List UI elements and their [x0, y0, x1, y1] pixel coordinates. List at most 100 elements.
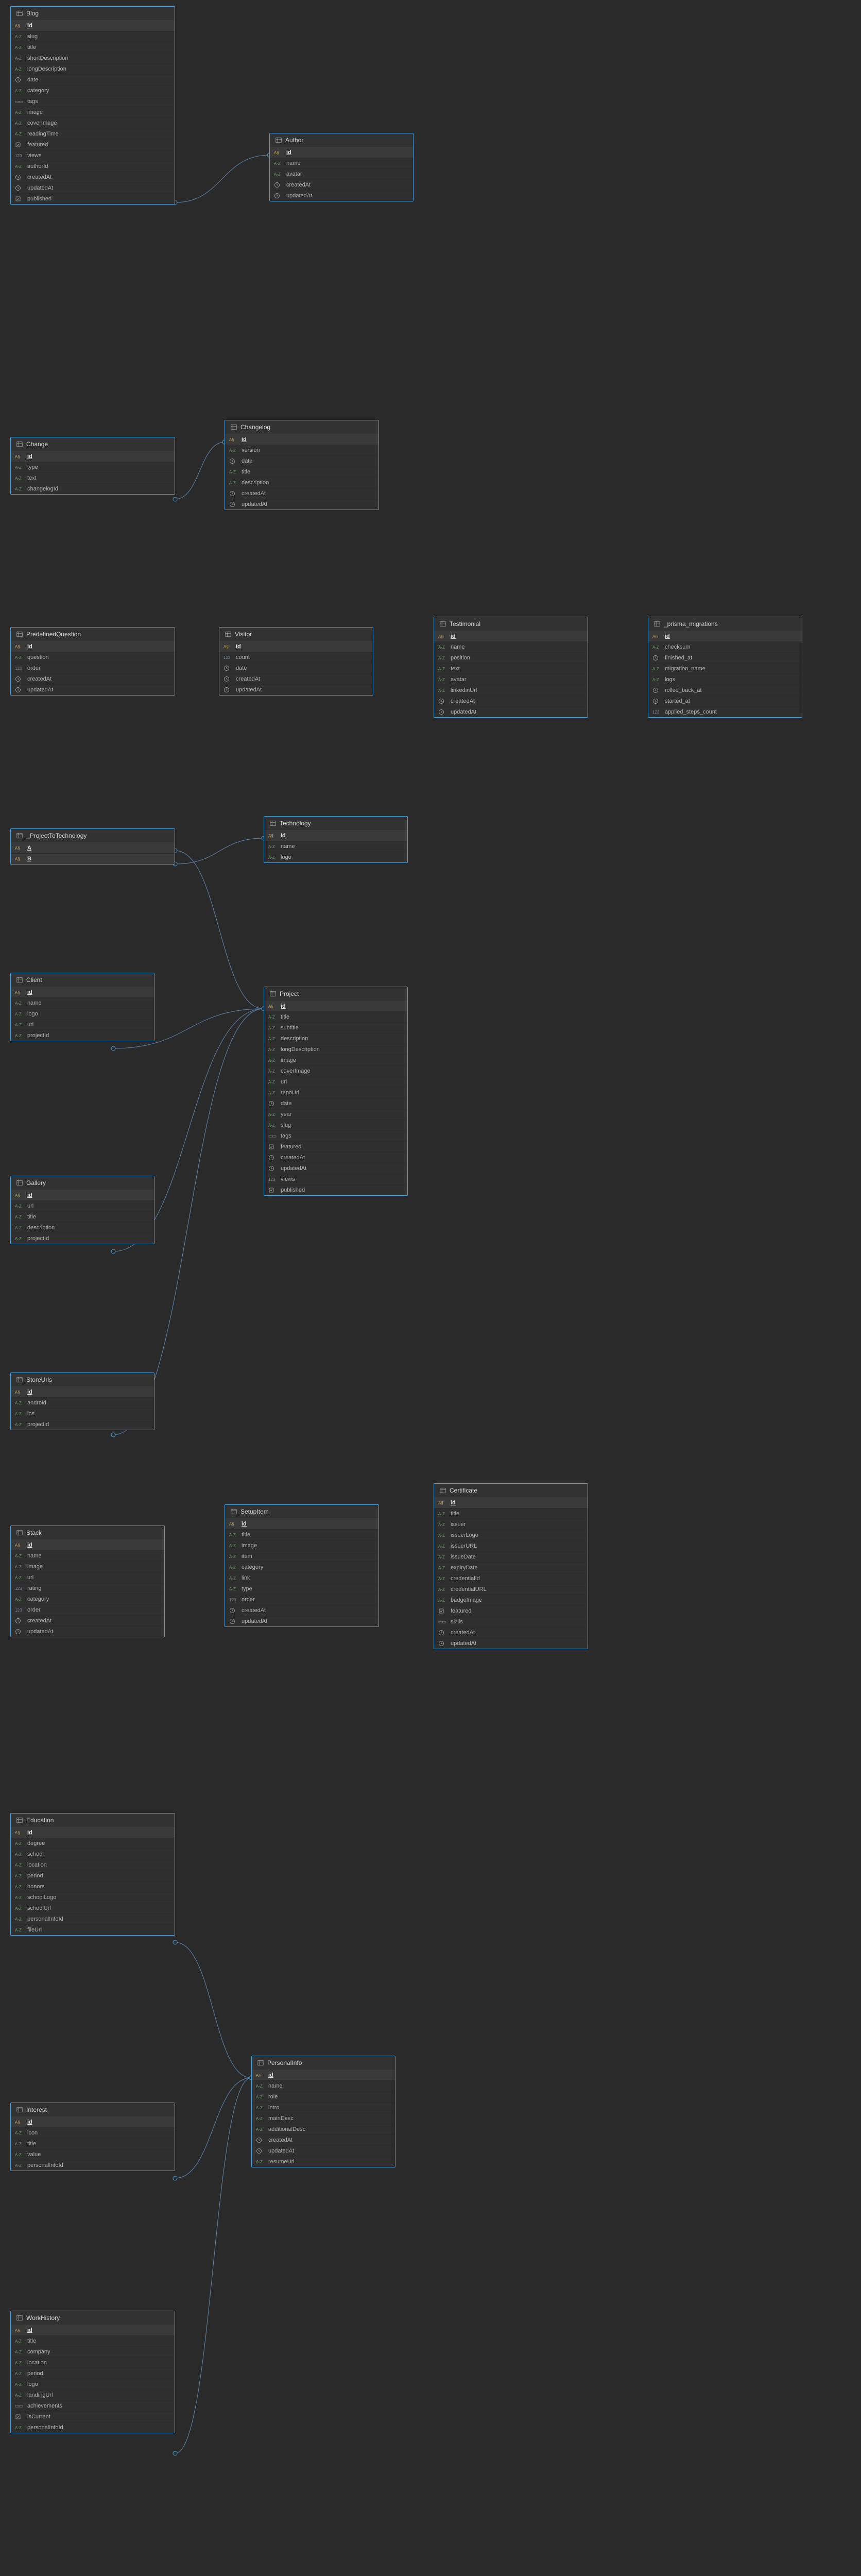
table-header[interactable]: Technology — [264, 817, 407, 831]
field-row[interactable]: A-Zdescription — [264, 1033, 407, 1044]
field-row[interactable]: featured — [11, 140, 175, 150]
field-row[interactable]: A-Zitem — [225, 1551, 378, 1562]
field-row[interactable]: started_at — [648, 696, 802, 707]
field-row[interactable]: 123order — [225, 1595, 378, 1605]
table-Blog[interactable]: BlogA§idA-ZslugA-ZtitleA-ZshortDescripti… — [10, 6, 175, 205]
field-row[interactable]: A-Zname — [11, 1551, 164, 1562]
table-PredefinedQuestion[interactable]: PredefinedQuestionA§idA-Zquestion123orde… — [10, 627, 175, 696]
field-row[interactable]: A-Zintro — [252, 2103, 395, 2113]
table-header[interactable]: PersonalInfo — [252, 2056, 395, 2070]
field-row[interactable]: A-Zios — [11, 1409, 154, 1419]
table-SetupItem[interactable]: SetupItemA§idA-ZtitleA-ZimageA-ZitemA-Zc… — [225, 1504, 379, 1627]
table-header[interactable]: PredefinedQuestion — [11, 628, 175, 641]
field-row[interactable]: A-ZlinkedinUrl — [434, 685, 588, 696]
field-row[interactable]: rolled_back_at — [648, 685, 802, 696]
table-Stack[interactable]: StackA§idA-ZnameA-ZimageA-Zurl123ratingA… — [10, 1526, 165, 1637]
field-row[interactable]: A-Zname — [252, 2081, 395, 2092]
field-row[interactable]: createdAt — [252, 2135, 395, 2146]
field-row[interactable]: A-ZschoolLogo — [11, 1892, 175, 1903]
field-row[interactable]: A§A — [11, 843, 175, 854]
field-row[interactable]: date — [225, 456, 378, 467]
field-row[interactable]: A-ZissuerURL — [434, 1541, 588, 1552]
table-PersonalInfo[interactable]: PersonalInfoA§idA-ZnameA-ZroleA-Zintro A-… — [251, 2056, 395, 2167]
field-row[interactable]: featured — [264, 1142, 407, 1153]
field-row[interactable]: A-Zmigration_name — [648, 664, 802, 674]
field-row[interactable]: A-Ztext — [11, 473, 175, 484]
field-row[interactable]: A-ZprojectId — [11, 1030, 154, 1041]
field-row[interactable]: A-ZbadgeImage — [434, 1595, 588, 1606]
field-row[interactable]: A-Zposition — [434, 653, 588, 664]
field-row[interactable]: published — [11, 194, 175, 204]
field-row[interactable]: A-Ztext — [434, 664, 588, 674]
field-row[interactable]: date — [11, 75, 175, 86]
table-header[interactable]: Interest — [11, 2103, 175, 2117]
field-row[interactable]: A-ZrepoUrl — [264, 1088, 407, 1098]
field-row[interactable]: createdAt — [264, 1153, 407, 1163]
table-header[interactable]: Certificate — [434, 1484, 588, 1498]
field-row[interactable]: createdAt — [434, 1628, 588, 1638]
field-row[interactable]: A§id — [11, 1190, 154, 1201]
field-row[interactable]: A§id — [11, 641, 175, 652]
field-row[interactable]: A§B — [11, 854, 175, 864]
field-row[interactable]: A-ZissueDate — [434, 1552, 588, 1563]
table-WorkHistory[interactable]: WorkHistoryA§idA-ZtitleA-ZcompanyA-Zloca… — [10, 2311, 175, 2433]
field-row[interactable]: A-ZpersonalInfoId — [11, 2160, 175, 2171]
field-row[interactable]: A§id — [11, 2325, 175, 2336]
field-row[interactable]: A§id — [11, 1827, 175, 1838]
field-row[interactable]: A-Zlogo — [11, 2379, 175, 2390]
field-row[interactable]: updatedAt — [11, 1626, 164, 1637]
table-header[interactable]: Stack — [11, 1526, 164, 1540]
field-row[interactable]: ▭▭skills — [434, 1617, 588, 1628]
field-row[interactable]: A-Zchecksum — [648, 642, 802, 653]
field-row[interactable]: A-ZlandingUrl — [11, 2390, 175, 2401]
field-row[interactable]: A-Zandroid — [11, 1398, 154, 1409]
field-row[interactable]: A-Zhonors — [11, 1882, 175, 1892]
field-row[interactable]: A-Zname — [264, 841, 407, 852]
field-row[interactable]: A-Zcategory — [11, 86, 175, 96]
table-header[interactable]: Education — [11, 1814, 175, 1827]
table-StoreUrls[interactable]: StoreUrlsA§idA-ZandroidA-ZiosA-ZprojectI… — [10, 1372, 154, 1430]
field-row[interactable]: A§id — [11, 451, 175, 462]
field-row[interactable]: 123order — [11, 663, 175, 674]
field-row[interactable]: A-ZexpiryDate — [434, 1563, 588, 1573]
field-row[interactable]: A-ZschoolUrl — [11, 1903, 175, 1914]
field-row[interactable]: A-Zperiod — [11, 2368, 175, 2379]
field-row[interactable]: A§id — [225, 434, 378, 445]
field-row[interactable]: A-Zperiod — [11, 1871, 175, 1882]
table-header[interactable]: Author — [270, 133, 413, 147]
field-row[interactable]: A-Zcategory — [225, 1562, 378, 1573]
field-row[interactable]: A-Zimage — [11, 107, 175, 118]
field-row[interactable]: A-ZcredentialURL — [434, 1584, 588, 1595]
field-row[interactable]: A-ZprojectId — [11, 1419, 154, 1430]
field-row[interactable]: A-Zslug — [11, 31, 175, 42]
field-row[interactable]: A-Zlocation — [11, 1860, 175, 1871]
field-row[interactable]: A-ZissuerLogo — [434, 1530, 588, 1541]
field-row[interactable]: A-Zicon — [11, 2128, 175, 2139]
table-Change[interactable]: ChangeA§idA-ZtypeA-ZtextA-ZchangelogId — [10, 437, 175, 495]
field-row[interactable]: A-ZpersonalInfoId — [11, 2422, 175, 2433]
field-row[interactable]: A-Zimage — [11, 1562, 164, 1572]
field-row[interactable]: isCurrent — [11, 2412, 175, 2422]
field-row[interactable]: A-Ztitle — [11, 2336, 175, 2347]
field-row[interactable]: A-ZcoverImage — [264, 1066, 407, 1077]
table-Changelog[interactable]: ChangelogA§idA-ZversiondateA-ZtitleA-Zde… — [225, 420, 379, 510]
field-row[interactable]: A-Zversion — [225, 445, 378, 456]
field-row[interactable]: updatedAt — [219, 685, 373, 695]
field-row[interactable]: updatedAt — [225, 1616, 378, 1626]
field-row[interactable]: A§id — [11, 2117, 175, 2128]
field-row[interactable]: A-ZcredentialId — [434, 1573, 588, 1584]
field-row[interactable]: A-Ztype — [11, 462, 175, 473]
field-row[interactable]: A-Zquestion — [11, 652, 175, 663]
field-row[interactable]: A§id — [252, 2070, 395, 2081]
field-row[interactable]: A-Zsubtitle — [264, 1023, 407, 1033]
table-header[interactable]: _prisma_migrations — [648, 617, 802, 631]
field-row[interactable]: A-ZlongDescription — [264, 1044, 407, 1055]
field-row[interactable]: A-Zrole — [252, 2092, 395, 2103]
table-Education[interactable]: EducationA§idA-ZdegreeA-ZschoolA-Zlocati… — [10, 1813, 175, 1936]
field-row[interactable]: A-ZresumeUrl — [252, 2157, 395, 2167]
table-header[interactable]: Visitor — [219, 628, 373, 641]
field-row[interactable]: A-Zlocation — [11, 2358, 175, 2368]
field-row[interactable]: A-Zcompany — [11, 2347, 175, 2358]
field-row[interactable]: A-Zname — [434, 642, 588, 653]
field-row[interactable]: A-Zavatar — [270, 169, 413, 180]
